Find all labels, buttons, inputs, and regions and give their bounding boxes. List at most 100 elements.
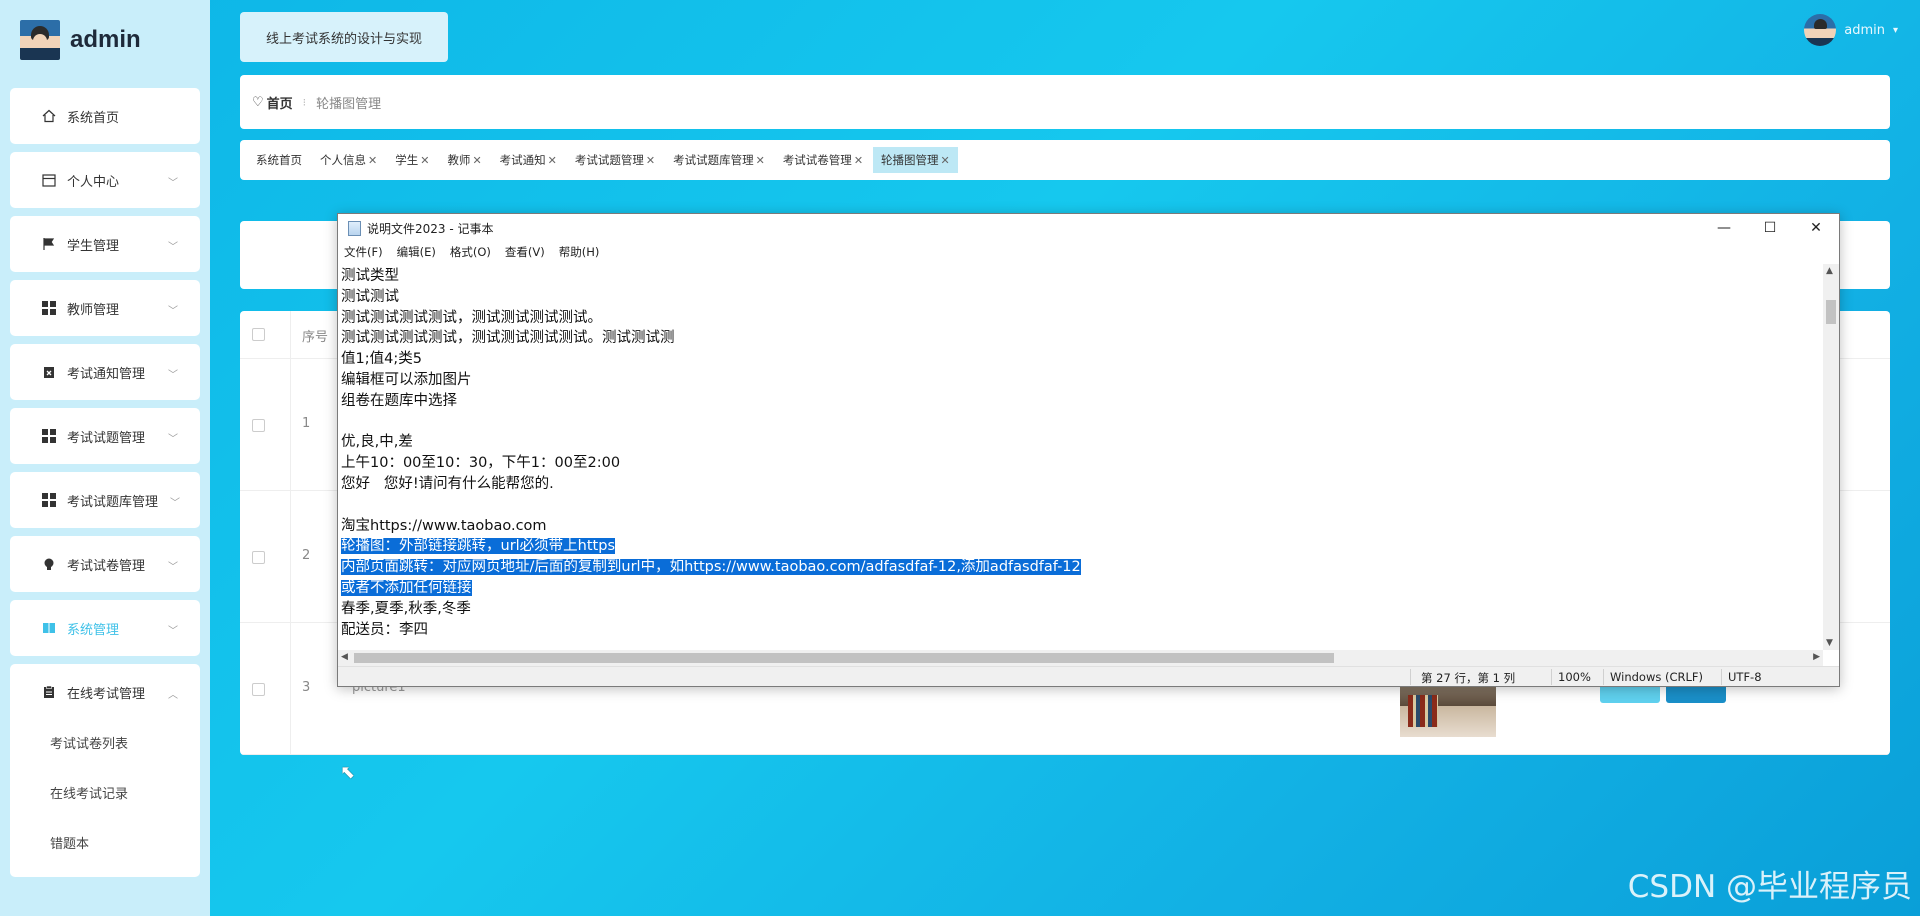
tab-students[interactable]: 学生 ✕ xyxy=(387,147,437,173)
notepad-titlebar[interactable]: 说明文件2023 - 记事本 — ☐ ✕ xyxy=(338,214,1839,242)
close-icon[interactable]: ✕ xyxy=(472,154,481,167)
scroll-thumb[interactable] xyxy=(1826,300,1836,324)
tab-label: 考试试题管理 xyxy=(574,153,644,167)
scroll-thumb[interactable] xyxy=(354,653,1334,663)
sidebar-item-label: 个人中心 xyxy=(67,174,120,190)
sidebar-item-label: 系统管理 xyxy=(67,622,120,638)
minimize-button[interactable]: — xyxy=(1701,214,1747,242)
sidebar-item-online-exam[interactable]: 在线考试管理 ︿ xyxy=(10,664,200,720)
text-line: 上午10：00至10：30，下午1：00至2:00 xyxy=(341,455,621,472)
close-icon[interactable]: ✕ xyxy=(854,154,863,167)
sidebar-item-teachers[interactable]: 教师管理 ﹀ xyxy=(10,280,200,336)
close-icon[interactable]: ✕ xyxy=(368,154,377,167)
divider xyxy=(1410,669,1411,685)
user-name: admin xyxy=(1844,22,1885,38)
maximize-button[interactable]: ☐ xyxy=(1747,214,1793,242)
menu-view[interactable]: 查看(V) xyxy=(505,244,545,260)
sidebar-item-label: 考试试题库管理 xyxy=(67,494,159,510)
chevron-down-icon: ﹀ xyxy=(168,626,178,637)
sidebar-item-label: 学生管理 xyxy=(67,238,120,254)
scroll-down-icon[interactable]: ▼ xyxy=(1826,638,1833,648)
user-menu[interactable]: admin ▾ xyxy=(1804,14,1898,46)
flag-icon xyxy=(41,236,57,252)
tab-exam-notice[interactable]: 考试通知 ✕ xyxy=(492,147,565,173)
text-line: 优,良,中,差 xyxy=(341,434,413,451)
row-checkbox[interactable] xyxy=(252,551,265,564)
sidebar-item-system[interactable]: 系统管理 ﹀ xyxy=(10,600,200,656)
tab-exam-questions[interactable]: 考试试题管理 ✕ xyxy=(567,147,663,173)
horizontal-scrollbar[interactable]: ◀ ▶ xyxy=(338,650,1823,666)
chevron-down-icon: ﹀ xyxy=(168,242,178,253)
notepad-text-area[interactable]: 测试类型 测试测试 测试测试测试测试，测试测试测试测试。 测试测试测试测试，测试… xyxy=(338,264,1823,650)
tab-label: 考试通知 xyxy=(499,153,546,167)
grid-icon xyxy=(41,492,57,508)
selected-text: 轮播图：外部链接跳转，url必须带上https xyxy=(341,538,615,555)
sidebar-item-exam-papers[interactable]: 考试试卷管理 ﹀ xyxy=(10,536,200,592)
sidebar-item-exam-notice[interactable]: 考试通知管理 ﹀ xyxy=(10,344,200,400)
breadcrumb-home[interactable]: 首页 xyxy=(267,93,293,112)
sidebar-item-label: 考试通知管理 xyxy=(67,366,146,382)
chevron-up-icon: ︿ xyxy=(168,690,178,701)
text-line: 春季,夏季,秋季,冬季 xyxy=(341,600,471,617)
menu-edit[interactable]: 编辑(E) xyxy=(397,244,436,260)
text-line: 组卷在题库中选择 xyxy=(341,392,457,409)
notepad-statusbar: 第 27 行，第 1 列 100% Windows (CRLF) UTF-8 xyxy=(338,666,1839,686)
side-menu: 系统首页 个人中心 ﹀ 学生管理 ﹀ 教师管理 ﹀ 考试通知管理 ﹀ 考试试题管… xyxy=(10,88,200,877)
user-avatar xyxy=(1804,14,1837,46)
heart-icon: ♡ xyxy=(252,94,264,110)
breadcrumb: ♡ 首页 ⁝ 轮播图管理 xyxy=(240,75,1890,129)
submenu-item-exam-list[interactable]: 考试试卷列表 xyxy=(10,720,200,770)
site-title: 线上考试系统的设计与实现 xyxy=(240,12,448,62)
notepad-window: 说明文件2023 - 记事本 — ☐ ✕ 文件(F) 编辑(E) 格式(O) 查… xyxy=(337,213,1840,687)
close-icon[interactable]: ✕ xyxy=(548,154,557,167)
text-line: 淘宝https://www.taobao.com xyxy=(341,517,547,534)
select-all-checkbox[interactable] xyxy=(252,328,265,341)
divider xyxy=(290,491,291,622)
notepad-icon xyxy=(348,220,361,236)
row-checkbox[interactable] xyxy=(252,683,265,696)
tab-question-bank[interactable]: 考试试题库管理 ✕ xyxy=(665,147,773,173)
close-button[interactable]: ✕ xyxy=(1793,214,1839,242)
tab-carousel[interactable]: 轮播图管理 ✕ xyxy=(873,147,958,173)
tab-teachers[interactable]: 教师 ✕ xyxy=(439,147,489,173)
watermark: CSDN @毕业程序员 xyxy=(1627,869,1912,905)
sidebar-item-exam-questions[interactable]: 考试试题管理 ﹀ xyxy=(10,408,200,464)
clipboard-icon xyxy=(41,684,57,700)
text-line: 您好 您好!请问有什么能帮您的. xyxy=(341,475,554,492)
scroll-right-icon[interactable]: ▶ xyxy=(1813,652,1820,662)
menu-format[interactable]: 格式(O) xyxy=(450,244,491,260)
row-seq: 3 xyxy=(302,680,311,695)
sidebar-item-profile[interactable]: 个人中心 ﹀ xyxy=(10,152,200,208)
close-icon[interactable]: ✕ xyxy=(420,154,429,167)
sidebar-item-label: 在线考试管理 xyxy=(67,686,146,702)
submenu-item-wrong-book[interactable]: 错题本 xyxy=(10,820,200,870)
tab-label: 系统首页 xyxy=(256,153,302,167)
text-line: 编辑框可以添加图片 xyxy=(341,371,472,388)
sidebar-item-students[interactable]: 学生管理 ﹀ xyxy=(10,216,200,272)
notepad-menubar: 文件(F) 编辑(E) 格式(O) 查看(V) 帮助(H) xyxy=(338,242,1839,262)
submenu-item-exam-records[interactable]: 在线考试记录 xyxy=(10,770,200,820)
vertical-scrollbar[interactable]: ▲ ▼ xyxy=(1823,264,1839,650)
sidebar-item-question-bank[interactable]: 考试试题库管理 ﹀ xyxy=(10,472,200,528)
text-line: 测试测试测试测试，测试测试测试测试。 xyxy=(341,309,602,326)
tab-home[interactable]: 系统首页 xyxy=(248,147,310,173)
close-icon[interactable]: ✕ xyxy=(646,154,655,167)
close-icon[interactable]: ✕ xyxy=(756,154,765,167)
clipboard-x-icon xyxy=(41,364,57,380)
menu-file[interactable]: 文件(F) xyxy=(344,244,383,260)
sidebar-group-online-exam: 在线考试管理 ︿ 考试试卷列表 在线考试记录 错题本 xyxy=(10,664,200,877)
divider xyxy=(290,311,291,358)
tab-exam-papers[interactable]: 考试试卷管理 ✕ xyxy=(775,147,871,173)
sidebar-item-home[interactable]: 系统首页 xyxy=(10,88,200,144)
caret-down-icon: ▾ xyxy=(1892,24,1898,36)
scroll-up-icon[interactable]: ▲ xyxy=(1826,266,1833,276)
chevron-down-icon: ﹀ xyxy=(168,306,178,317)
row-checkbox[interactable] xyxy=(252,419,265,432)
brand: admin xyxy=(20,20,141,60)
menu-help[interactable]: 帮助(H) xyxy=(559,244,600,260)
scroll-left-icon[interactable]: ◀ xyxy=(341,652,348,662)
close-icon[interactable]: ✕ xyxy=(941,154,950,167)
tab-personal-info[interactable]: 个人信息 ✕ xyxy=(312,147,385,173)
selected-text: 或者不添加任何链接 xyxy=(341,579,472,596)
mouse-cursor-icon: ⬉ xyxy=(340,762,356,783)
